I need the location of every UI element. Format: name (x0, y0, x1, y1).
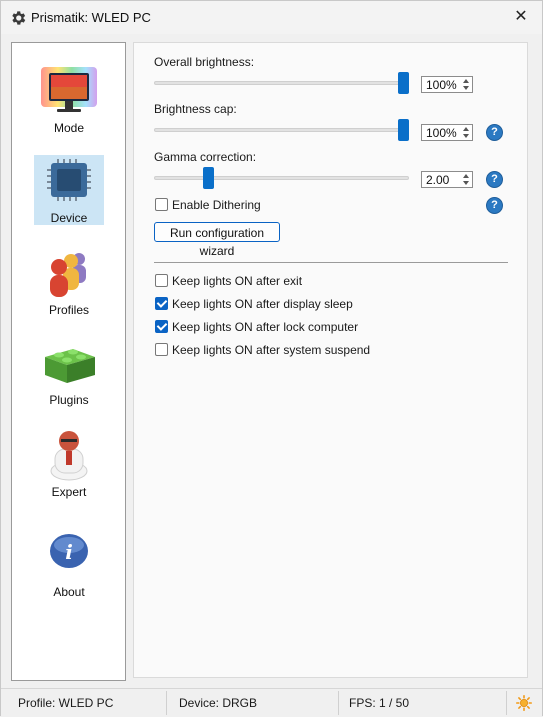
run-configuration-wizard-button[interactable]: Run configuration wizard (154, 222, 280, 258)
rainbow-monitor-icon (41, 67, 97, 112)
divider (154, 262, 508, 263)
expert-figure-icon (50, 431, 88, 481)
brightness-cap-label: Brightness cap: (154, 102, 237, 116)
status-divider (166, 691, 167, 715)
spin-up-arrow-icon[interactable] (463, 127, 469, 131)
keep-lights-system-suspend-label[interactable]: Keep lights ON after system suspend (172, 343, 370, 357)
sidebar-item-label: Mode (53, 121, 85, 135)
close-button[interactable]: ✕ (508, 5, 534, 29)
overall-brightness-slider-handle[interactable] (398, 72, 409, 94)
enable-dithering-checkbox[interactable] (155, 198, 168, 211)
keep-lights-display-sleep-checkbox[interactable] (155, 297, 168, 310)
keep-lights-lock-computer-checkbox[interactable] (155, 320, 168, 333)
brightness-cap-value: 100% (426, 126, 457, 140)
brightness-cap-slider-handle[interactable] (398, 119, 409, 141)
svg-text:i: i (65, 540, 73, 564)
dithering-help-icon[interactable]: ? (486, 197, 503, 214)
sidebar-item-label: Expert (51, 485, 87, 499)
sidebar-item-plugins[interactable]: Plugins (34, 337, 104, 407)
spin-buttons[interactable] (461, 78, 471, 91)
sidebar-item-mode[interactable]: Mode (34, 65, 104, 135)
spin-buttons[interactable] (461, 173, 471, 186)
gamma-correction-slider-handle[interactable] (202, 167, 214, 189)
status-fps: FPS: 1 / 50 (349, 696, 410, 710)
lego-brick-icon (45, 349, 95, 383)
status-divider (506, 691, 507, 715)
spin-up-arrow-icon[interactable] (463, 174, 469, 178)
spin-up-arrow-icon[interactable] (463, 79, 469, 83)
chip-icon (47, 159, 91, 201)
gamma-correction-slider[interactable] (154, 176, 409, 180)
sidebar-item-label: Plugins (49, 393, 89, 407)
gamma-correction-value: 2.00 (426, 173, 450, 187)
sidebar-item-device[interactable]: Device (34, 155, 104, 225)
sun-icon[interactable] (516, 695, 532, 711)
gamma-correction-help-icon[interactable]: ? (486, 171, 503, 188)
spin-down-arrow-icon[interactable] (463, 134, 469, 138)
status-device: Device: DRGB (179, 696, 258, 710)
status-bar: Profile: WLED PC Device: DRGB FPS: 1 / 5… (1, 688, 542, 717)
sidebar-item-about[interactable]: i About (34, 529, 104, 599)
sidebar-item-expert[interactable]: Expert (34, 429, 104, 499)
enable-dithering-label[interactable]: Enable Dithering (172, 198, 261, 212)
device-settings-panel: Overall brightness: 100% Brightness cap:… (133, 42, 528, 678)
spin-down-arrow-icon[interactable] (463, 181, 469, 185)
window-title: Prismatik: WLED PC (31, 10, 151, 25)
keep-lights-system-suspend-checkbox[interactable] (155, 343, 168, 356)
gamma-correction-label: Gamma correction: (154, 150, 257, 164)
keep-lights-exit-label[interactable]: Keep lights ON after exit (172, 274, 302, 288)
spin-buttons[interactable] (461, 126, 471, 139)
gamma-correction-spinbox[interactable]: 2.00 (421, 171, 473, 188)
overall-brightness-slider[interactable] (154, 81, 409, 85)
overall-brightness-spinbox[interactable]: 100% (421, 76, 473, 93)
keep-lights-display-sleep-label[interactable]: Keep lights ON after display sleep (172, 297, 353, 311)
sidebar-item-profiles[interactable]: Profiles (34, 247, 104, 317)
keep-lights-exit-checkbox[interactable] (155, 274, 168, 287)
status-divider (338, 691, 339, 715)
sidebar-item-label: Profiles (48, 303, 89, 317)
keep-lights-lock-computer-label[interactable]: Keep lights ON after lock computer (172, 320, 358, 334)
gear-icon (12, 11, 26, 25)
app-window: Prismatik: WLED PC ✕ Mode Device Profile… (0, 0, 543, 717)
sidebar: Mode Device Profiles Plugins Expert i Ab… (11, 42, 126, 681)
info-icon: i (50, 534, 88, 568)
overall-brightness-value: 100% (426, 78, 457, 92)
title-bar: Prismatik: WLED PC ✕ (1, 1, 542, 34)
brightness-cap-slider[interactable] (154, 128, 409, 132)
spin-down-arrow-icon[interactable] (463, 86, 469, 90)
brightness-cap-spinbox[interactable]: 100% (421, 124, 473, 141)
overall-brightness-label: Overall brightness: (154, 55, 255, 69)
brightness-cap-help-icon[interactable]: ? (486, 124, 503, 141)
status-profile: Profile: WLED PC (18, 696, 114, 710)
sidebar-item-label: Device (50, 211, 88, 225)
profiles-people-icon (50, 253, 86, 297)
sidebar-item-label: About (53, 585, 85, 599)
